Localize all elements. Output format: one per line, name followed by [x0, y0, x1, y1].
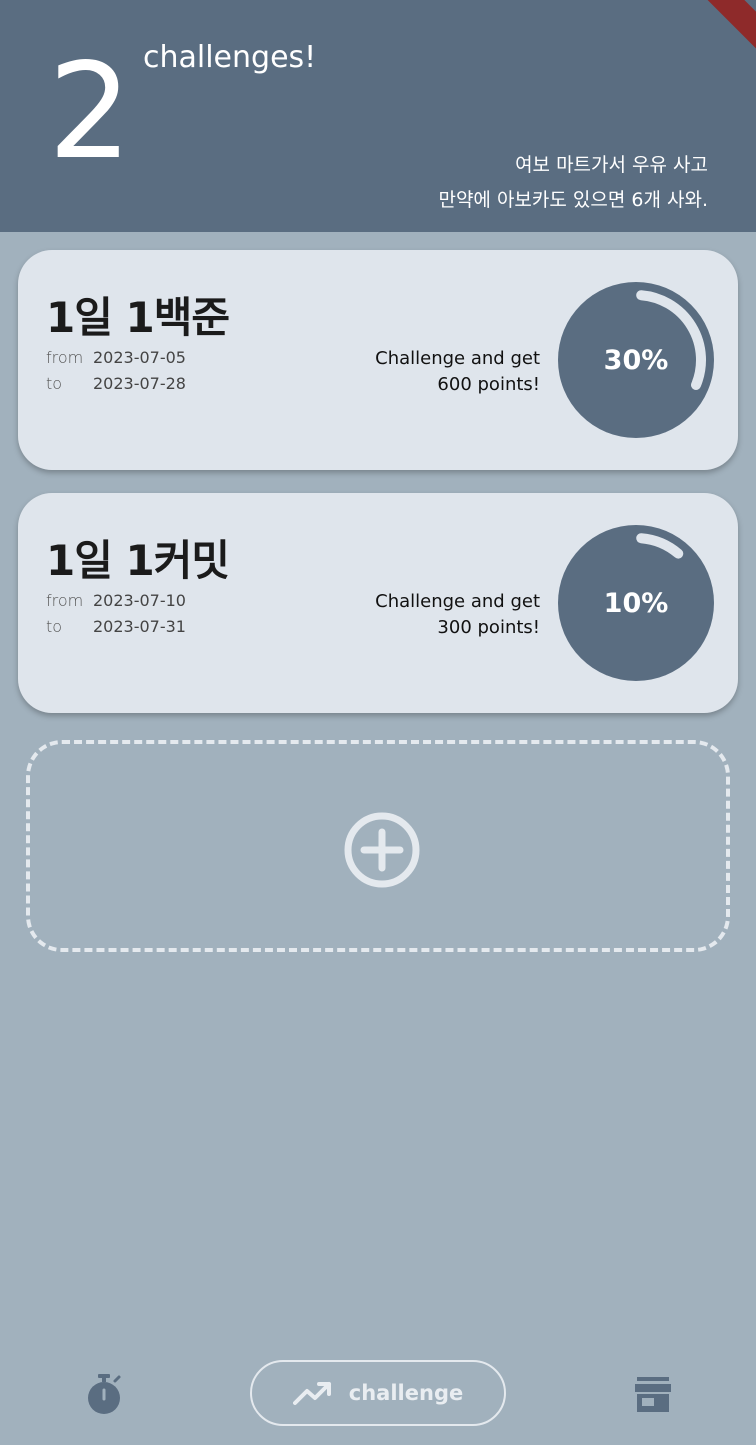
to-date: 2023-07-31: [93, 617, 186, 636]
reward-line-2: 300 points!: [437, 617, 540, 638]
debug-banner: [682, 0, 756, 54]
memo-line-2: 만약에 아보카도 있으면 6개 사와.: [438, 189, 708, 211]
challenge-title: 1일 1커밋: [46, 536, 230, 585]
progress-ring: 30%: [556, 280, 716, 440]
to-label: to: [46, 617, 63, 636]
to-date-row: to 2023-07-31: [46, 617, 186, 636]
from-date-row: from 2023-07-05: [46, 348, 186, 367]
memo-line-1: 여보 마트가서 우유 사고: [515, 154, 708, 176]
progress-percent: 30%: [603, 344, 669, 376]
from-label: from: [46, 348, 84, 367]
from-date-row: from 2023-07-10: [46, 591, 186, 610]
challenge-count: 2: [48, 35, 132, 189]
nav-challenge-tab[interactable]: challenge: [250, 1360, 506, 1426]
reward-line-1: Challenge and get: [375, 348, 540, 369]
reward-line-1: Challenge and get: [375, 591, 540, 612]
store-icon[interactable]: [633, 1374, 673, 1414]
from-label: from: [46, 591, 84, 610]
reward-text: Challenge and get 300 points!: [320, 589, 540, 641]
challenge-card[interactable]: 1일 1커밋 from 2023-07-10 to 2023-07-31 Chall…: [18, 493, 738, 713]
timer-icon[interactable]: [84, 1372, 124, 1416]
challenge-count-label: challenges!: [143, 40, 317, 75]
from-date: 2023-07-05: [93, 348, 186, 367]
to-date-row: to 2023-07-28: [46, 374, 186, 393]
to-label: to: [46, 374, 63, 393]
plus-circle-icon: [344, 812, 420, 888]
challenge-title: 1일 1백준: [46, 293, 230, 342]
reward-line-2: 600 points!: [437, 374, 540, 395]
bottom-nav: challenge: [0, 1350, 756, 1445]
nav-challenge-label: challenge: [348, 1381, 464, 1405]
trending-up-icon: [292, 1382, 331, 1405]
memo-text: 여보 마트가서 우유 사고 만약에 아보카도 있으면 6개 사와.: [438, 148, 708, 218]
header: 2 challenges! 여보 마트가서 우유 사고 만약에 아보카도 있으면…: [0, 0, 756, 232]
challenge-card[interactable]: 1일 1백준 from 2023-07-05 to 2023-07-28 Chall…: [18, 250, 738, 470]
progress-percent: 10%: [603, 587, 669, 619]
to-date: 2023-07-28: [93, 374, 186, 393]
reward-text: Challenge and get 600 points!: [320, 346, 540, 398]
add-challenge-button[interactable]: [26, 740, 730, 952]
from-date: 2023-07-10: [93, 591, 186, 610]
progress-ring: 10%: [556, 523, 716, 683]
